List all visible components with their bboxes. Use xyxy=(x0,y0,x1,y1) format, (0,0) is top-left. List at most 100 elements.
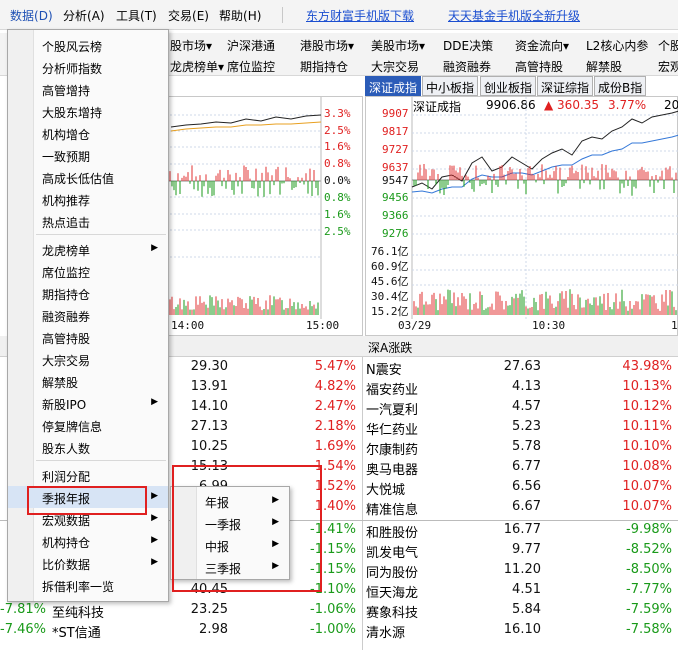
stock-pct: -9.98% xyxy=(626,522,672,537)
menu-tools[interactable]: 工具(T) xyxy=(116,7,157,24)
mobile-download-link[interactable]: 东方财富手机版下载 xyxy=(306,7,414,24)
menu-item[interactable]: 融资融券 xyxy=(8,304,168,326)
nav-l2-research[interactable]: L2核心内参 xyxy=(586,37,648,54)
stock-name: 凯发电气 xyxy=(366,546,419,561)
right-vol-label: 45.6亿 xyxy=(371,275,409,288)
table-title: 深A涨跌 xyxy=(368,341,413,355)
menu-item-label: 机构增仓 xyxy=(42,128,91,142)
stock-name: 恒天海龙 xyxy=(366,586,419,601)
stock-price: 6.67 xyxy=(512,499,541,514)
menu-item-label: 热点追击 xyxy=(42,216,91,230)
right-price-label: 9276 xyxy=(382,227,409,240)
nav-fund-flow[interactable]: 资金流向▾ xyxy=(515,37,569,54)
menu-item[interactable]: 高管增持 xyxy=(8,78,168,100)
table-row[interactable]: 清水源 16.10 -7.58% xyxy=(365,621,678,641)
menu-item-label: 分析师指数 xyxy=(42,62,103,76)
menu-item[interactable]: 分析师指数 xyxy=(8,56,168,78)
fund-upgrade-link[interactable]: 天天基金手机版全新升级 xyxy=(448,7,580,24)
left-scale-label: 1.6% xyxy=(324,208,351,221)
menu-item-label: 一致预期 xyxy=(42,150,91,164)
menu-item[interactable]: 新股IPO ▶ xyxy=(8,392,168,414)
menu-item[interactable]: 股东人数 xyxy=(8,436,168,458)
stock-pct: 10.10% xyxy=(622,439,672,454)
menu-item[interactable]: 利润分配 xyxy=(8,464,168,486)
menu-trade[interactable]: 交易(E) xyxy=(168,7,209,24)
menu-item[interactable]: 停复牌信息 xyxy=(8,414,168,436)
table-row[interactable]: N震安 27.63 43.98% xyxy=(365,358,678,378)
menu-item[interactable]: 机构推荐 xyxy=(8,188,168,210)
menu-item[interactable]: 高管持股 xyxy=(8,326,168,348)
table-row[interactable]: -7.46% *ST信通 2.98 -1.00% xyxy=(0,621,362,641)
tab-b-share[interactable]: 成份B指 xyxy=(594,76,647,96)
menu-analysis[interactable]: 分析(A) xyxy=(63,7,105,24)
table-row[interactable]: 华仁药业 5.23 10.11% xyxy=(365,418,678,438)
stock-price: 4.57 xyxy=(512,399,541,414)
menu-item[interactable]: 大宗交易 xyxy=(8,348,168,370)
menu-item[interactable]: 一致预期 xyxy=(8,144,168,166)
menu-item[interactable]: 解禁股 xyxy=(8,370,168,392)
table-row[interactable]: -7.81% 至纯科技 23.25 -1.06% xyxy=(0,601,362,621)
menu-bar: 数据(D) 分析(A) 工具(T) 交易(E) 帮助(H) 东方财富手机版下载 … xyxy=(0,0,678,30)
menu-item[interactable]: 席位监控 xyxy=(8,260,168,282)
right-time-label: 1 xyxy=(671,319,678,332)
nav-block-trade[interactable]: 大宗交易 xyxy=(371,58,419,75)
stock-name: 大悦城 xyxy=(366,483,406,498)
right-time-label: 10:30 xyxy=(532,319,566,332)
menu-item[interactable]: 热点追击 xyxy=(8,210,168,232)
row-prev-pct: -7.46% xyxy=(0,622,46,637)
nav-unlock[interactable]: 解禁股 xyxy=(586,58,622,75)
stock-price: 6.77 xyxy=(512,459,541,474)
menu-item-label: 席位监控 xyxy=(42,266,91,280)
table-row[interactable]: 赛象科技 5.84 -7.59% xyxy=(365,601,678,621)
stock-price: 10.25 xyxy=(190,439,228,454)
nav-hk-market[interactable]: 港股市场▾ xyxy=(300,37,354,54)
tab-sme[interactable]: 中小板指 xyxy=(422,76,479,96)
highlight-box-submenu xyxy=(172,465,322,592)
menu-item[interactable]: 龙虎榜单 ▶ xyxy=(8,238,168,260)
tab-szse-component[interactable]: 深证成指 xyxy=(365,76,422,96)
table-row[interactable]: 尔康制药 5.78 10.10% xyxy=(365,438,678,458)
menu-item[interactable]: 高成长低估值 xyxy=(8,166,168,188)
table-row[interactable]: 一汽夏利 4.57 10.12% xyxy=(365,398,678,418)
table-row[interactable]: 大悦城 6.56 10.07% xyxy=(365,478,678,498)
menu-divider xyxy=(36,460,166,461)
menu-item[interactable]: 大股东增持 xyxy=(8,100,168,122)
stock-pct: 5.47% xyxy=(314,359,356,374)
menu-item[interactable]: 个股风云榜 xyxy=(8,34,168,56)
table-row[interactable]: 同为股份 11.20 -8.50% xyxy=(365,561,678,581)
tab-szse-composite[interactable]: 深证综指 xyxy=(537,76,594,96)
menu-data[interactable]: 数据(D) xyxy=(10,7,53,24)
menu-item[interactable]: 比价数据 ▶ xyxy=(8,552,168,574)
tab-chinext[interactable]: 创业板指 xyxy=(480,76,537,96)
menu-item[interactable]: 机构增仓 xyxy=(8,122,168,144)
nav-macro[interactable]: 宏观 xyxy=(658,58,678,75)
nav-seat-monitor[interactable]: 席位监控 xyxy=(227,58,275,75)
stock-price: 14.10 xyxy=(190,399,228,414)
stock-pct: -7.58% xyxy=(626,622,672,637)
nav-hk-connect[interactable]: 沪深港通 xyxy=(227,37,275,54)
nav-stock[interactable]: 个股 xyxy=(658,37,678,54)
nav-dde[interactable]: DDE决策 xyxy=(443,37,493,54)
menu-item[interactable]: 拆借利率一览 xyxy=(8,574,168,596)
table-row[interactable]: 和胜股份 16.77 -9.98% xyxy=(365,521,678,541)
table-row[interactable]: 恒天海龙 4.51 -7.77% xyxy=(365,581,678,601)
table-row[interactable]: 凯发电气 9.77 -8.52% xyxy=(365,541,678,561)
table-row[interactable]: 奥马电器 6.77 10.08% xyxy=(365,458,678,478)
nav-exec-holdings[interactable]: 高管持股 xyxy=(515,58,563,75)
menu-item[interactable]: 期指持仓 xyxy=(8,282,168,304)
right-price-label: 9727 xyxy=(382,143,409,156)
stock-pct: -7.59% xyxy=(626,602,672,617)
menu-item[interactable]: 机构持仓 ▶ xyxy=(8,530,168,552)
table-row[interactable]: 福安药业 4.13 10.13% xyxy=(365,378,678,398)
stock-name: 奥马电器 xyxy=(366,463,419,478)
menu-help[interactable]: 帮助(H) xyxy=(219,7,261,24)
nav-margin[interactable]: 融资融券 xyxy=(443,58,491,75)
nav-us-market[interactable]: 美股市场▾ xyxy=(371,37,425,54)
nav-stock-market[interactable]: 股市场▾ xyxy=(170,37,212,54)
menu-item-label: 高管增持 xyxy=(42,84,91,98)
table-row[interactable]: 精准信息 6.67 10.07% xyxy=(365,498,678,518)
nav-futures-position[interactable]: 期指持仓 xyxy=(300,58,348,75)
nav-dragon-tiger[interactable]: 龙虎榜单▾ xyxy=(170,58,224,75)
menu-item-label: 龙虎榜单 xyxy=(42,244,91,258)
right-price-label: 9637 xyxy=(382,161,409,174)
